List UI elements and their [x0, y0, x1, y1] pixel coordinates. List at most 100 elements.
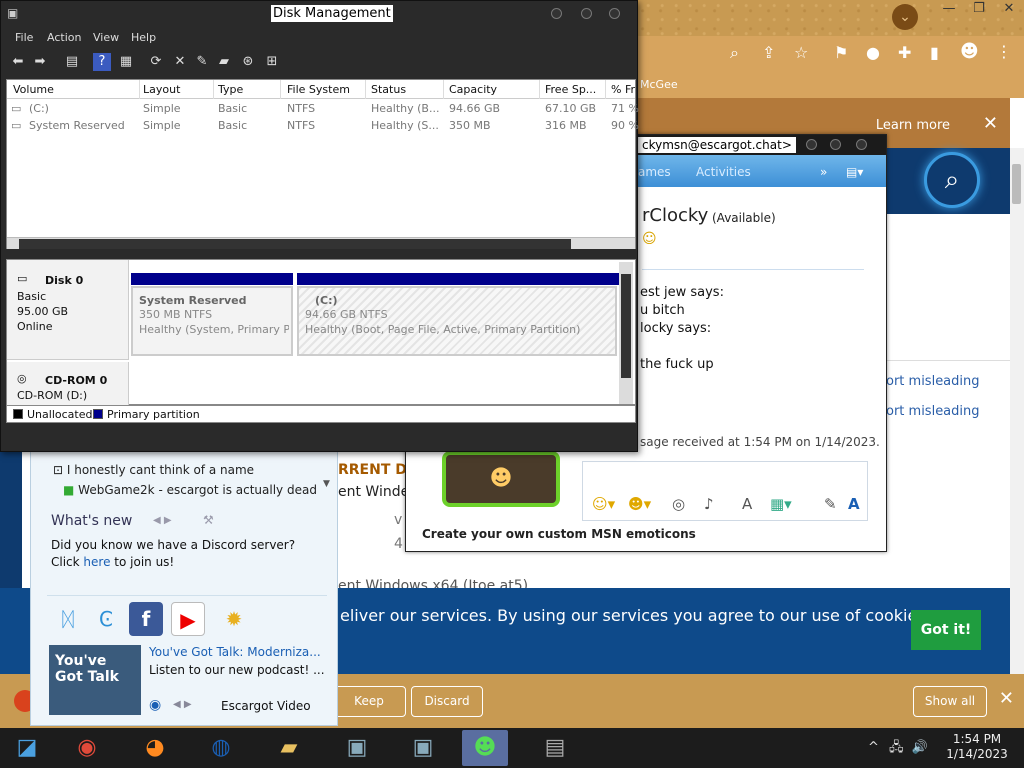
sidebar-icon[interactable]: ▮: [930, 45, 939, 61]
vertical-scrollbar[interactable]: [619, 262, 633, 404]
drive-icon[interactable]: ▤: [532, 730, 578, 766]
scrollbar-thumb[interactable]: [19, 239, 571, 249]
chevron-down-icon[interactable]: ⌄: [892, 4, 918, 30]
menu-icon[interactable]: ▤▾: [846, 165, 863, 179]
search-button[interactable]: ⌕: [924, 152, 980, 208]
youtube-icon[interactable]: ▶: [171, 602, 205, 636]
background-icon[interactable]: ▦▾: [770, 495, 792, 513]
back-icon[interactable]: ⬅: [9, 53, 27, 71]
star-icon[interactable]: ☆: [794, 45, 808, 61]
maximize-button[interactable]: [830, 139, 841, 150]
volume-icon[interactable]: 🔊: [912, 740, 928, 755]
learn-more-link[interactable]: Learn more: [876, 118, 950, 133]
column-header[interactable]: % Fr: [611, 83, 635, 96]
horizontal-scrollbar[interactable]: [7, 237, 635, 249]
open-icon[interactable]: ▰: [215, 53, 233, 71]
chevron-up-icon[interactable]: ^: [868, 740, 879, 755]
disk-0-info[interactable]: ▭ Disk 0 Basic 95.00 GB Online: [7, 260, 129, 360]
text-style-icon[interactable]: A: [848, 495, 860, 513]
obama-logo-icon[interactable]: ◍: [198, 730, 244, 766]
restore-button[interactable]: ❐: [964, 0, 994, 18]
podcast-thumbnail[interactable]: You've Got Talk: [49, 645, 141, 715]
wrench-icon[interactable]: ⚒: [203, 513, 214, 527]
more-icon[interactable]: ⋮: [996, 44, 1012, 60]
column-header[interactable]: File System: [287, 83, 350, 96]
delete-icon[interactable]: ✕: [171, 53, 189, 71]
cookie-accept-button[interactable]: Got it!: [911, 610, 981, 650]
butterfly-icon[interactable]: ᛞ: [51, 602, 85, 636]
contact-avatar[interactable]: ☻: [442, 451, 560, 507]
discard-button[interactable]: Discard: [411, 686, 483, 717]
voice-clip-icon[interactable]: ♪: [704, 495, 714, 513]
network-icon[interactable]: 🖧: [889, 740, 904, 755]
view-icon[interactable]: ▦: [117, 53, 135, 71]
bookmark-item[interactable]: McGee: [640, 78, 678, 91]
nudge-icon[interactable]: ◎: [672, 495, 685, 513]
close-button[interactable]: ✕: [994, 0, 1024, 18]
column-header[interactable]: Layout: [143, 83, 180, 96]
puzzle-icon[interactable]: ✚: [898, 45, 911, 61]
menu-action[interactable]: Action: [47, 31, 81, 44]
play-icon[interactable]: ◉: [149, 697, 161, 713]
table-row[interactable]: ▭ (C:) Simple Basic NTFS Healthy (B... 9…: [7, 100, 639, 117]
sun-icon[interactable]: ✹: [217, 602, 251, 636]
windows-live-icon[interactable]: ◪: [4, 730, 50, 766]
minimize-button[interactable]: —: [934, 0, 964, 18]
partition-system-reserved[interactable]: System Reserved 350 MB NTFS Healthy (Sys…: [131, 273, 293, 356]
minimize-button[interactable]: [806, 139, 817, 150]
previous-icon[interactable]: ◀ ▶: [173, 699, 192, 710]
partition-c[interactable]: (C:) 94.66 GB NTFS Healthy (Boot, Page F…: [297, 273, 619, 356]
close-icon[interactable]: ✕: [983, 113, 998, 134]
column-header[interactable]: Capacity: [449, 83, 497, 96]
tab-games[interactable]: ames: [638, 165, 671, 179]
emoticon-icon[interactable]: ☺▾: [592, 495, 615, 513]
scrollbar-thumb[interactable]: [621, 274, 631, 378]
cdrom-0-info[interactable]: ◎ CD-ROM 0 CD-ROM (D:): [7, 362, 129, 406]
chevron-down-icon[interactable]: ▼: [323, 479, 330, 489]
properties-icon[interactable]: ✎: [193, 53, 211, 71]
close-icon[interactable]: ✕: [999, 688, 1014, 709]
flag-icon[interactable]: ⚑: [834, 45, 848, 61]
column-header[interactable]: Volume: [13, 83, 54, 96]
clock[interactable]: 1:54 PM 1/14/2023: [944, 732, 1010, 762]
more-icon[interactable]: »: [820, 165, 827, 179]
list-item[interactable]: ⊡ I honestly cant think of a name: [53, 463, 254, 477]
search-icon[interactable]: ⌕: [730, 45, 739, 61]
minimize-button[interactable]: [551, 8, 562, 19]
handwriting-icon[interactable]: ✎: [824, 495, 837, 513]
report-link[interactable]: ort misleading: [886, 374, 980, 389]
refresh-c-icon[interactable]: Ͼ: [89, 602, 123, 636]
discord-link[interactable]: here: [83, 555, 110, 569]
share-icon[interactable]: ⇪: [762, 45, 775, 61]
extension-avatar-icon[interactable]: ●: [866, 45, 880, 61]
menu-view[interactable]: View: [93, 31, 119, 44]
menu-help[interactable]: Help: [131, 31, 156, 44]
show-all-button[interactable]: Show all: [913, 686, 987, 717]
menu-file[interactable]: File: [15, 31, 33, 44]
font-icon[interactable]: A: [742, 495, 752, 513]
firefox-icon[interactable]: ◕: [132, 730, 178, 766]
table-row[interactable]: ▭ System Reserved Simple Basic NTFS Heal…: [7, 117, 639, 134]
chrome-icon[interactable]: ◉: [64, 730, 110, 766]
forward-icon[interactable]: ➡: [31, 53, 49, 71]
disk-management-icon[interactable]: ▣: [334, 730, 380, 766]
close-button[interactable]: [609, 8, 620, 19]
messenger-icon[interactable]: ☻: [462, 730, 508, 766]
help-icon[interactable]: ?: [93, 53, 111, 71]
facebook-icon[interactable]: f: [129, 602, 163, 636]
page-scrollbar[interactable]: [1010, 148, 1024, 674]
explore-icon[interactable]: ⊛: [239, 53, 257, 71]
tab-activities[interactable]: Activities: [696, 165, 751, 179]
report-link[interactable]: ort misleading: [886, 404, 980, 419]
column-header[interactable]: Status: [371, 83, 406, 96]
scrollbar-thumb[interactable]: [1012, 164, 1021, 204]
emoticon-ad-link[interactable]: Create your own custom MSN emoticons: [422, 527, 696, 541]
disk-management-icon[interactable]: ▣: [400, 730, 446, 766]
column-header[interactable]: Type: [218, 83, 243, 96]
keep-button[interactable]: Keep: [332, 686, 406, 717]
wink-icon[interactable]: ☻▾: [628, 495, 651, 513]
close-button[interactable]: [856, 139, 867, 150]
promo-title-link[interactable]: You've Got Talk: Moderniza...: [149, 645, 321, 659]
refresh-icon[interactable]: ⟳: [147, 53, 165, 71]
profile-icon[interactable]: ☻: [960, 43, 979, 61]
